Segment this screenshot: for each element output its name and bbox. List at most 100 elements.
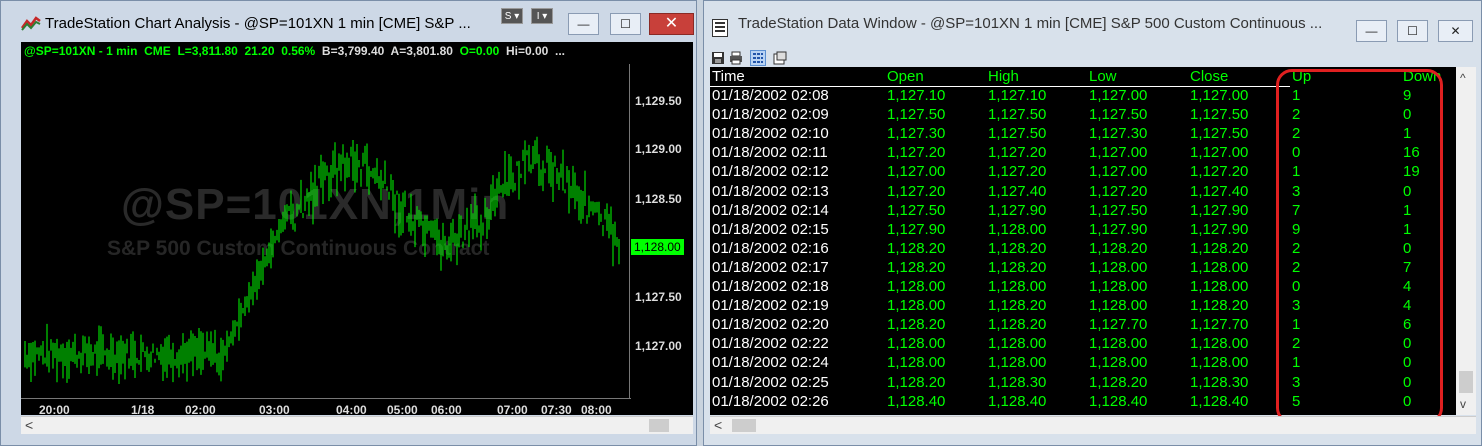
status-change: 21.20 — [244, 44, 275, 58]
cell-close: 1,128.40 — [1190, 392, 1249, 410]
cell-down: 0 — [1403, 392, 1412, 410]
minimize-button[interactable]: — — [568, 13, 599, 35]
title-bar[interactable]: TradeStation Chart Analysis - @SP=101XN … — [1, 1, 696, 39]
chart-horizontal-scrollbar[interactable]: < — [21, 416, 693, 434]
properties-icon[interactable] — [773, 51, 787, 65]
y-tick: 1,129.00 — [635, 142, 682, 156]
cell-down: 0 — [1403, 373, 1412, 391]
indicator-dropdown-button[interactable]: I ▾ — [531, 8, 553, 24]
y-tick: 1,127.00 — [635, 339, 682, 353]
cell-close: 1,128.20 — [1190, 297, 1249, 315]
close-button[interactable]: ✕ — [1438, 20, 1473, 42]
cell-time: 01/18/2002 02:10 — [712, 125, 829, 143]
y-tick: 1,127.50 — [635, 290, 682, 304]
scroll-thumb[interactable] — [1459, 371, 1473, 393]
maximize-button[interactable]: ☐ — [1397, 20, 1428, 42]
scroll-thumb[interactable] — [732, 419, 756, 432]
cell-close: 1,128.20 — [1190, 239, 1249, 257]
maximize-button[interactable]: ☐ — [610, 13, 641, 35]
minimize-button[interactable]: — — [1356, 20, 1387, 42]
data-table[interactable]: Time Open High Low Close Up Down 01/18/2… — [710, 67, 1456, 415]
cell-open: 1,128.20 — [887, 258, 946, 276]
vertical-scrollbar[interactable]: ^ v — [1456, 67, 1476, 415]
cell-time: 01/18/2002 02:12 — [712, 163, 829, 181]
table-row[interactable]: 01/18/2002 02:26 1,128.40 1,128.40 1,128.40… — [710, 393, 1456, 412]
cell-up: 2 — [1292, 335, 1301, 353]
cell-open: 1,128.00 — [887, 354, 946, 372]
cell-low: 1,127.30 — [1089, 125, 1148, 143]
column-header-high[interactable]: High — [988, 68, 1019, 86]
cell-low: 1,128.00 — [1089, 354, 1148, 372]
scroll-up-icon[interactable]: ^ — [1460, 71, 1466, 85]
cell-up: 0 — [1292, 278, 1301, 295]
window-title: TradeStation Data Window - @SP=101XN 1 m… — [738, 15, 1323, 32]
column-header-close[interactable]: Close — [1190, 68, 1228, 86]
cell-down: 7 — [1403, 258, 1412, 276]
cell-close: 1,128.00 — [1190, 258, 1249, 276]
cell-up: 3 — [1292, 182, 1301, 200]
table-row[interactable]: 01/18/2002 02:25 1,128.20 1,128.30 1,128.20… — [710, 374, 1456, 393]
scroll-left-icon[interactable]: < — [714, 417, 722, 433]
table-row[interactable]: 01/18/2002 02:10 1,127.30 1,127.50 1,127.30… — [710, 125, 1456, 144]
data-horizontal-scrollbar[interactable]: < — [710, 416, 1476, 434]
table-row[interactable]: 01/18/2002 02:18 1,128.00 1,128.00 1,128.00… — [710, 278, 1456, 297]
cell-down: 0 — [1403, 354, 1412, 372]
scroll-left-icon[interactable]: < — [25, 417, 33, 433]
price-chart[interactable]: @SP=101XN,1Min S&P 500 Custom Continuous… — [21, 42, 693, 415]
table-row[interactable]: 01/18/2002 02:22 1,128.00 1,128.00 1,128.00… — [710, 335, 1456, 354]
cell-up: 2 — [1292, 106, 1301, 124]
cell-up: 1 — [1292, 87, 1301, 104]
chart-app-icon — [21, 16, 41, 31]
title-bar[interactable]: TradeStation Data Window - @SP=101XN 1 m… — [704, 1, 1481, 42]
column-header-open[interactable]: Open — [887, 68, 924, 86]
column-header-time[interactable]: Time — [712, 68, 745, 86]
cell-high: 1,127.90 — [988, 201, 1047, 219]
status-symbol: @SP=101XN - 1 min — [24, 44, 138, 58]
table-row[interactable]: 01/18/2002 02:24 1,128.00 1,128.00 1,128.00… — [710, 354, 1456, 373]
table-row[interactable]: 01/18/2002 02:19 1,128.00 1,128.20 1,128.00… — [710, 297, 1456, 316]
cell-open: 1,128.00 — [887, 278, 946, 295]
cell-open: 1,127.20 — [887, 144, 946, 162]
x-tick: 07:00 — [497, 403, 528, 415]
x-tick: 02:00 — [185, 403, 216, 415]
cell-low: 1,128.00 — [1089, 335, 1148, 353]
status-high: Hi=0.00 — [505, 44, 549, 58]
table-row[interactable]: 01/18/2002 02:15 1,127.90 1,128.00 1,127.90… — [710, 221, 1456, 240]
x-tick: 20:00 — [39, 403, 70, 415]
cell-open: 1,127.10 — [887, 87, 946, 104]
table-row[interactable]: 01/18/2002 02:11 1,127.20 1,127.20 1,127.00… — [710, 144, 1456, 163]
cell-time: 01/18/2002 02:15 — [712, 220, 829, 238]
cell-time: 01/18/2002 02:14 — [712, 201, 829, 219]
cell-close: 1,128.00 — [1190, 278, 1249, 295]
style-dropdown-button[interactable]: S ▾ — [501, 8, 523, 24]
scroll-thumb[interactable] — [649, 419, 669, 432]
table-row[interactable]: 01/18/2002 02:14 1,127.50 1,127.90 1,127.50… — [710, 202, 1456, 221]
close-button[interactable]: ✕ — [649, 13, 694, 35]
status-bid: B=3,799.40 — [321, 44, 385, 58]
x-tick: 03:00 — [259, 403, 290, 415]
table-row[interactable]: 01/18/2002 02:12 1,127.00 1,127.20 1,127.00… — [710, 163, 1456, 182]
x-axis — [21, 398, 631, 399]
cell-up: 5 — [1292, 392, 1301, 410]
cell-close: 1,128.00 — [1190, 335, 1249, 353]
column-header-down[interactable]: Down — [1403, 68, 1441, 86]
column-header-up[interactable]: Up — [1292, 68, 1311, 86]
table-row[interactable]: 01/18/2002 02:16 1,128.20 1,128.20 1,128.20… — [710, 240, 1456, 259]
status-pct: 0.56% — [281, 44, 316, 58]
grid-view-icon[interactable] — [750, 50, 766, 66]
cell-high: 1,127.40 — [988, 182, 1047, 200]
status-open: O=0.00 — [459, 44, 500, 58]
save-icon[interactable] — [711, 51, 725, 65]
table-row[interactable]: 01/18/2002 02:08 1,127.10 1,127.10 1,127.00… — [710, 87, 1456, 106]
scroll-down-icon[interactable]: v — [1460, 397, 1466, 411]
column-header-low[interactable]: Low — [1089, 68, 1117, 86]
cell-high: 1,128.20 — [988, 297, 1047, 315]
cell-high: 1,127.20 — [988, 144, 1047, 162]
table-row[interactable]: 01/18/2002 02:09 1,127.50 1,127.50 1,127.50… — [710, 106, 1456, 125]
table-row[interactable]: 01/18/2002 02:17 1,128.20 1,128.20 1,128.00… — [710, 259, 1456, 278]
print-icon[interactable] — [729, 51, 743, 65]
cell-open: 1,127.90 — [887, 220, 946, 238]
cell-down: 1 — [1403, 220, 1412, 238]
table-row[interactable]: 01/18/2002 02:20 1,128.20 1,128.20 1,127.70… — [710, 316, 1456, 335]
table-row[interactable]: 01/18/2002 02:13 1,127.20 1,127.40 1,127.20… — [710, 183, 1456, 202]
